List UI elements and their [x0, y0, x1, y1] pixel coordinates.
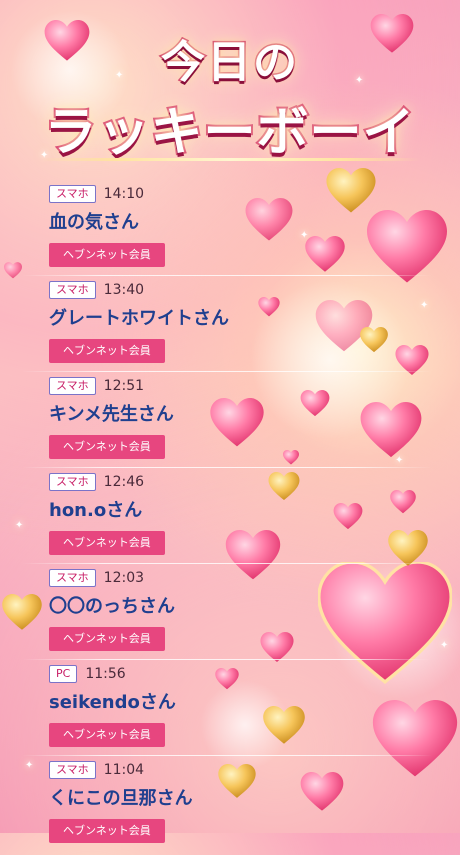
user-name: 〇〇のっちさん: [49, 596, 175, 617]
access-time: 12:46: [103, 474, 145, 490]
entry-meta: スマホ 12:51: [49, 375, 460, 397]
access-time: 12:03: [103, 570, 145, 586]
user-name: キンメ先生さん: [49, 404, 174, 425]
access-time: 14:10: [103, 186, 145, 202]
device-badge: スマホ: [49, 185, 96, 203]
user-name: グレートホワイトさん: [49, 308, 229, 329]
title-line-1: 今日の: [160, 36, 299, 90]
member-badge: ヘブンネット会員: [49, 531, 165, 555]
entry-meta: スマホ 12:03: [49, 567, 460, 589]
user-name: seikendoさん: [49, 692, 176, 713]
access-time: 11:56: [85, 666, 126, 682]
entry-meta: PC 11:56: [49, 663, 460, 685]
list-item[interactable]: スマホ 13:40 グレートホワイトさん ヘブンネット会員: [0, 275, 460, 375]
member-badge: ヘブンネット会員: [49, 819, 165, 843]
member-badge: ヘブンネット会員: [49, 435, 165, 459]
device-badge: PC: [49, 665, 78, 683]
access-time: 11:04: [103, 762, 145, 778]
page-title: 今日の ラッキーボーイ: [0, 10, 460, 170]
entry-meta: スマホ 12:46: [49, 471, 460, 493]
user-name: hon.oさん: [49, 500, 143, 521]
device-badge: スマホ: [49, 761, 96, 779]
member-badge: ヘブンネット会員: [49, 243, 165, 267]
member-badge: ヘブンネット会員: [49, 627, 165, 651]
title-line-2: ラッキーボーイ: [42, 101, 416, 165]
lucky-boy-list: スマホ 14:10 血の気さん ヘブンネット会員 スマホ 13:40 グレートホ…: [0, 183, 460, 855]
member-badge: ヘブンネット会員: [49, 339, 165, 363]
user-name: くにこの旦那さん: [49, 788, 193, 809]
device-badge: スマホ: [49, 473, 96, 491]
list-item[interactable]: スマホ 11:04 くにこの旦那さん ヘブンネット会員: [0, 755, 460, 855]
device-badge: スマホ: [49, 569, 96, 587]
list-item[interactable]: スマホ 12:03 〇〇のっちさん ヘブンネット会員: [0, 563, 460, 663]
list-item[interactable]: スマホ 12:46 hon.oさん ヘブンネット会員: [0, 467, 460, 567]
device-badge: スマホ: [49, 281, 96, 299]
user-name: 血の気さん: [49, 212, 139, 233]
title-underline: [40, 158, 420, 161]
list-item[interactable]: PC 11:56 seikendoさん ヘブンネット会員: [0, 659, 460, 759]
access-time: 12:51: [103, 378, 145, 394]
device-badge: スマホ: [49, 377, 96, 395]
list-item[interactable]: スマホ 14:10 血の気さん ヘブンネット会員: [0, 183, 460, 279]
entry-meta: スマホ 11:04: [49, 759, 460, 781]
access-time: 13:40: [103, 282, 145, 298]
member-badge: ヘブンネット会員: [49, 723, 165, 747]
list-item[interactable]: スマホ 12:51 キンメ先生さん ヘブンネット会員: [0, 371, 460, 471]
entry-meta: スマホ 14:10: [49, 183, 460, 205]
entry-meta: スマホ 13:40: [49, 279, 460, 301]
